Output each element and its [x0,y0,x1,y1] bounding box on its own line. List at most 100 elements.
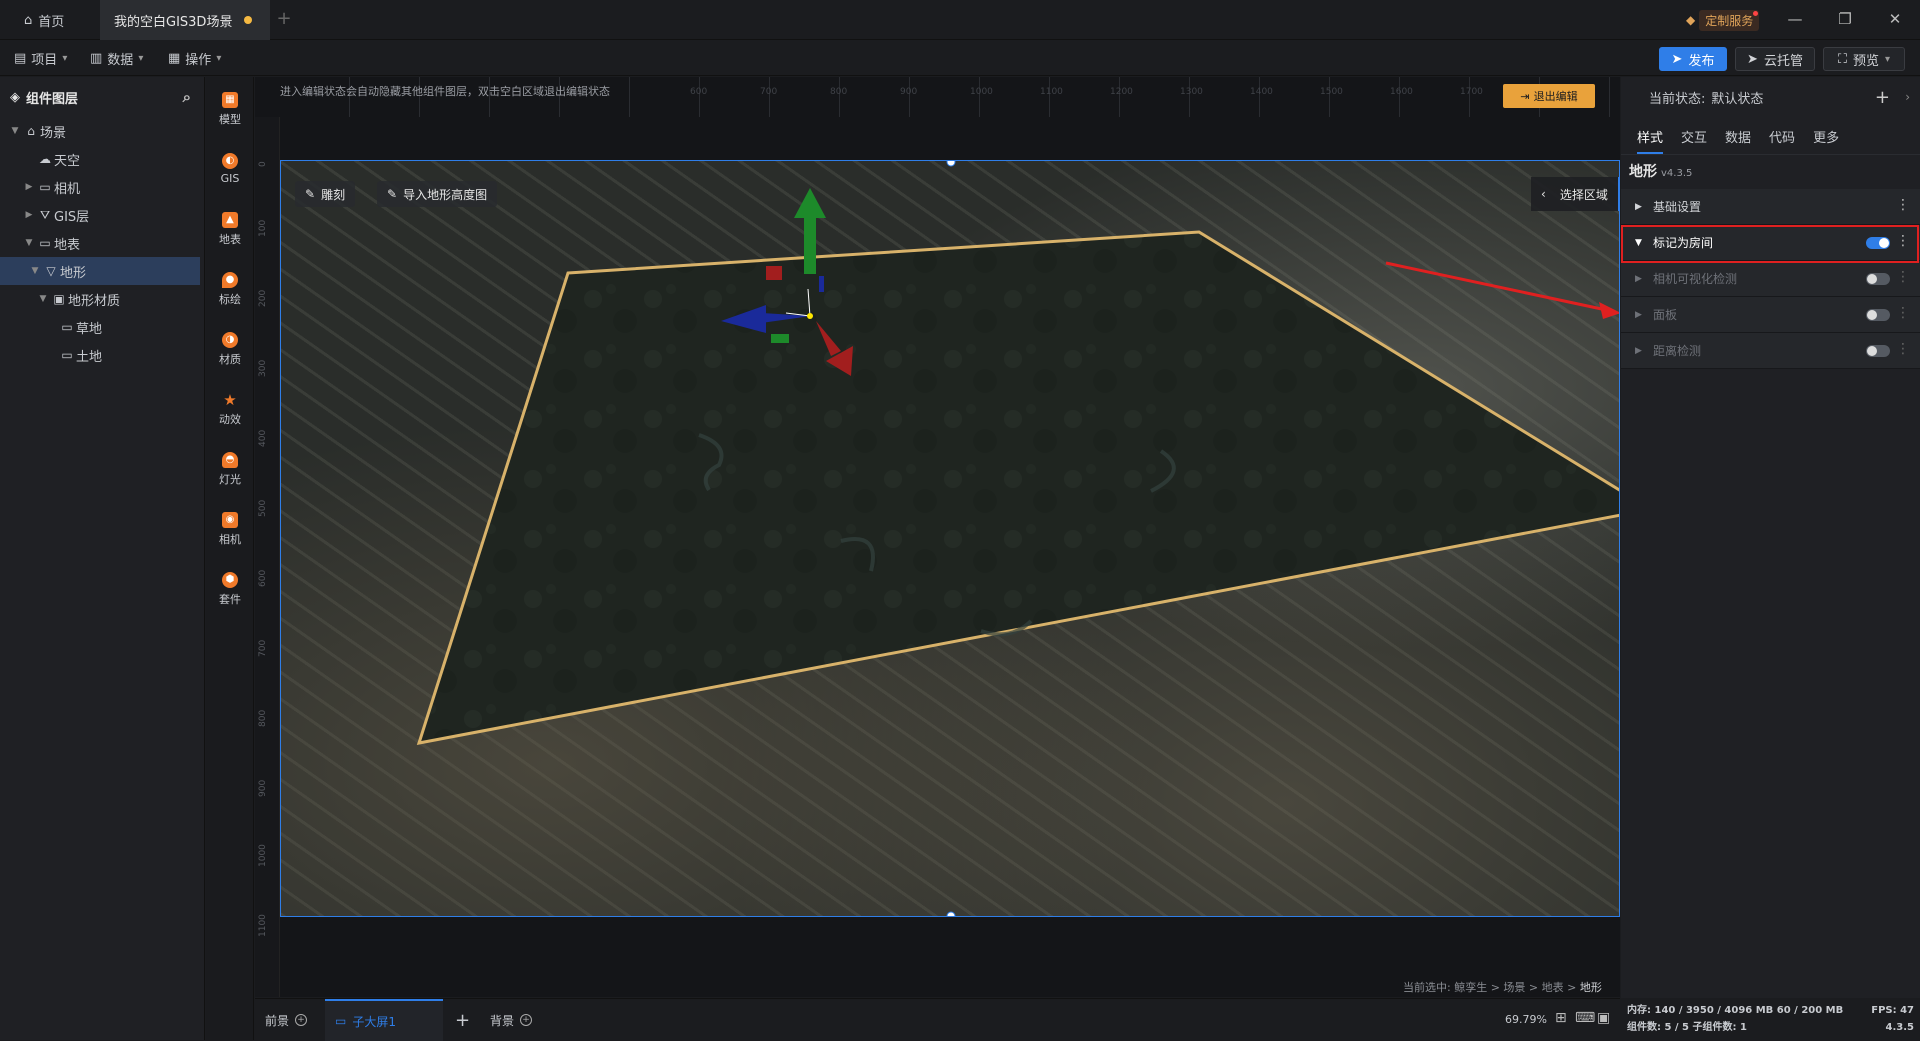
terrain-plane[interactable] [416,230,1620,745]
fit-screen-icon[interactable]: ⊞ [1555,1010,1567,1026]
edit-hint: 进入编辑状态会自动隐藏其他组件图层，双击空白区域退出编辑状态 [280,85,610,98]
tab-data[interactable]: 数据 [1725,127,1751,146]
tree-item-gis-layer[interactable]: ▶ ⛛ GIS层 [0,201,205,229]
tree-item-terrain-material[interactable]: ▼ ▣ 地形材质 [0,285,205,313]
tool-camera[interactable]: ◉ 相机 [206,501,254,557]
more-vertical-icon[interactable]: ⋮ [1896,305,1910,321]
caret-right-icon[interactable]: ▶ [22,182,36,192]
tree-item-camera[interactable]: ▶ ▭ 相机 [0,173,205,201]
gizmo-plane-handle[interactable] [766,266,782,280]
minimize-button[interactable]: — [1780,8,1810,32]
tab-scene[interactable]: 我的空白GIS3D场景 [100,0,270,40]
tree-item-label: 地表 [54,237,81,253]
property-tabs: 样式 交互 数据 代码 更多 [1621,119,1920,155]
add-circle-icon[interactable]: + [295,1014,308,1026]
tree-item-scene[interactable]: ▼ ⌂ 场景 [0,117,205,145]
edit-icon: ✎ [387,187,398,201]
add-tab-button[interactable]: + [272,8,296,32]
ruler-tick-label: 700 [258,639,268,657]
canvas-area[interactable]: 600 700 800 900 1000 1100 1200 1300 1400 1500 1600… [255,77,1620,997]
section-label: 距离检测 [1653,344,1702,358]
distance-detection-toggle[interactable] [1866,345,1890,357]
tab-home[interactable]: ⌂ 首页 [10,0,90,40]
tab-style[interactable]: 样式 [1637,127,1664,154]
tool-light[interactable]: ◓ 灯光 [206,441,254,497]
tool-plot[interactable]: ● 标绘 [206,261,254,317]
diamond-icon: ◆ [1686,13,1696,27]
section-basic-settings[interactable]: ▶ 基础设置 ⋮ [1621,189,1920,225]
section-distance-detection[interactable]: ▶ 距离检测 ⋮ [1621,333,1920,369]
fullscreen-icon: ⛶ [1837,51,1848,67]
exit-edit-button[interactable]: ⇥ 退出编辑 [1503,84,1595,108]
sculpt-button[interactable]: ✎ 雕刻 [295,181,356,207]
gizmo-center[interactable] [807,313,813,319]
3d-viewport[interactable]: ✎ 雕刻 ✎ 导入地形高度图 ‹ 选择区域 [280,160,1620,917]
preview-button[interactable]: ⛶ 预览 ▾ [1823,47,1905,71]
tree-item-grass[interactable]: ▭ 草地 [0,313,205,341]
add-screen-button[interactable]: + [455,999,470,1041]
tab-more[interactable]: 更多 [1813,127,1839,146]
tab-background-label: 背景 [490,1013,515,1028]
document-icon: ▤ [14,50,27,66]
zoom-level[interactable]: 69.79% [1505,1013,1547,1026]
more-vertical-icon[interactable]: ⋮ [1896,341,1910,357]
caret-down-icon[interactable]: ▼ [28,266,42,276]
tree-item-label: 天空 [54,153,81,169]
tool-surface[interactable]: ▲ 地表 [206,201,254,257]
add-state-icon[interactable]: + [1875,87,1890,108]
breadcrumb: 当前选中: 鲸孪生 > 场景 > 地表 > 地形 [1403,979,1602,995]
tool-material[interactable]: ◑ 材质 [206,321,254,377]
resize-handle[interactable] [946,911,956,917]
menu-operation[interactable]: ▦ 操作 ▾ [168,46,221,70]
cloud-host-button[interactable]: ➤ 云托管 [1735,47,1815,71]
more-vertical-icon[interactable]: ⋮ [1896,197,1910,213]
gizmo-plane-handle[interactable] [771,334,789,343]
publish-button[interactable]: ➤ 发布 [1659,47,1727,71]
resize-handle[interactable] [946,161,956,167]
tool-effect[interactable]: ★ 动效 [206,381,254,437]
more-vertical-icon[interactable]: ⋮ [1896,269,1910,285]
search-icon[interactable]: ⌕ [183,88,191,106]
tree-item-terrain[interactable]: ▼ ▽ 地形 [0,257,200,285]
caret-right-icon[interactable]: ▶ [22,210,36,220]
tab-front[interactable]: 前景 + [265,999,308,1041]
gizmo-y-arrow-icon[interactable] [794,188,826,218]
section-camera-visibility[interactable]: ▶ 相机可视化检测 ⋮ [1621,261,1920,297]
plot-icon: ● [222,271,238,288]
tool-kit[interactable]: ⬢ 套件 [206,561,254,617]
close-button[interactable]: ✕ [1880,8,1910,32]
menu-data[interactable]: ▥ 数据 ▾ [90,46,143,70]
add-circle-icon[interactable]: + [520,1014,533,1026]
tool-gis[interactable]: ◐ GIS [206,141,254,197]
camera-visibility-toggle[interactable] [1866,273,1890,285]
ruler-tick-label: 800 [258,709,268,727]
import-heightmap-button[interactable]: ✎ 导入地形高度图 [377,181,498,207]
tree-item-surface[interactable]: ▼ ▭ 地表 [0,229,205,257]
terrain-icon: ▽ [46,264,56,278]
menu-project[interactable]: ▤ 项目 ▾ [14,46,67,70]
custom-service-button[interactable]: ◆ 定制服务 [1682,8,1768,32]
select-area-button[interactable]: ‹ 选择区域 [1531,177,1619,211]
cloud-host-label: 云托管 [1763,53,1803,69]
restore-button[interactable]: ❐ [1830,8,1860,32]
gizmo-y-axis[interactable] [804,216,816,274]
tab-interaction[interactable]: 交互 [1681,127,1707,146]
tab-sub-screen[interactable]: ▭ 子大屏1 [325,999,443,1041]
terminal-icon[interactable]: ▣ [1597,1010,1610,1026]
caret-down-icon[interactable]: ▼ [36,294,50,304]
panel-toggle[interactable] [1866,309,1890,321]
gizmo-plane-handle[interactable] [819,276,824,292]
caret-down-icon[interactable]: ▼ [8,126,22,136]
keyboard-icon[interactable]: ⌨ [1575,1010,1595,1026]
tree-item-sky[interactable]: ☁ 天空 [0,145,205,173]
tab-code[interactable]: 代码 [1769,127,1795,146]
chevron-right-icon[interactable]: › [1905,90,1910,104]
section-panel[interactable]: ▶ 面板 ⋮ [1621,297,1920,333]
tree-item-soil[interactable]: ▭ 土地 [0,341,205,369]
tab-background[interactable]: 背景 + [490,999,533,1041]
tool-model[interactable]: ▦ 模型 [206,81,254,137]
caret-down-icon[interactable]: ▼ [22,238,36,248]
tool-label: 地表 [219,232,241,246]
ruler-tick-label: 600 [258,569,268,587]
state-value[interactable]: 默认状态 [1711,88,1763,107]
